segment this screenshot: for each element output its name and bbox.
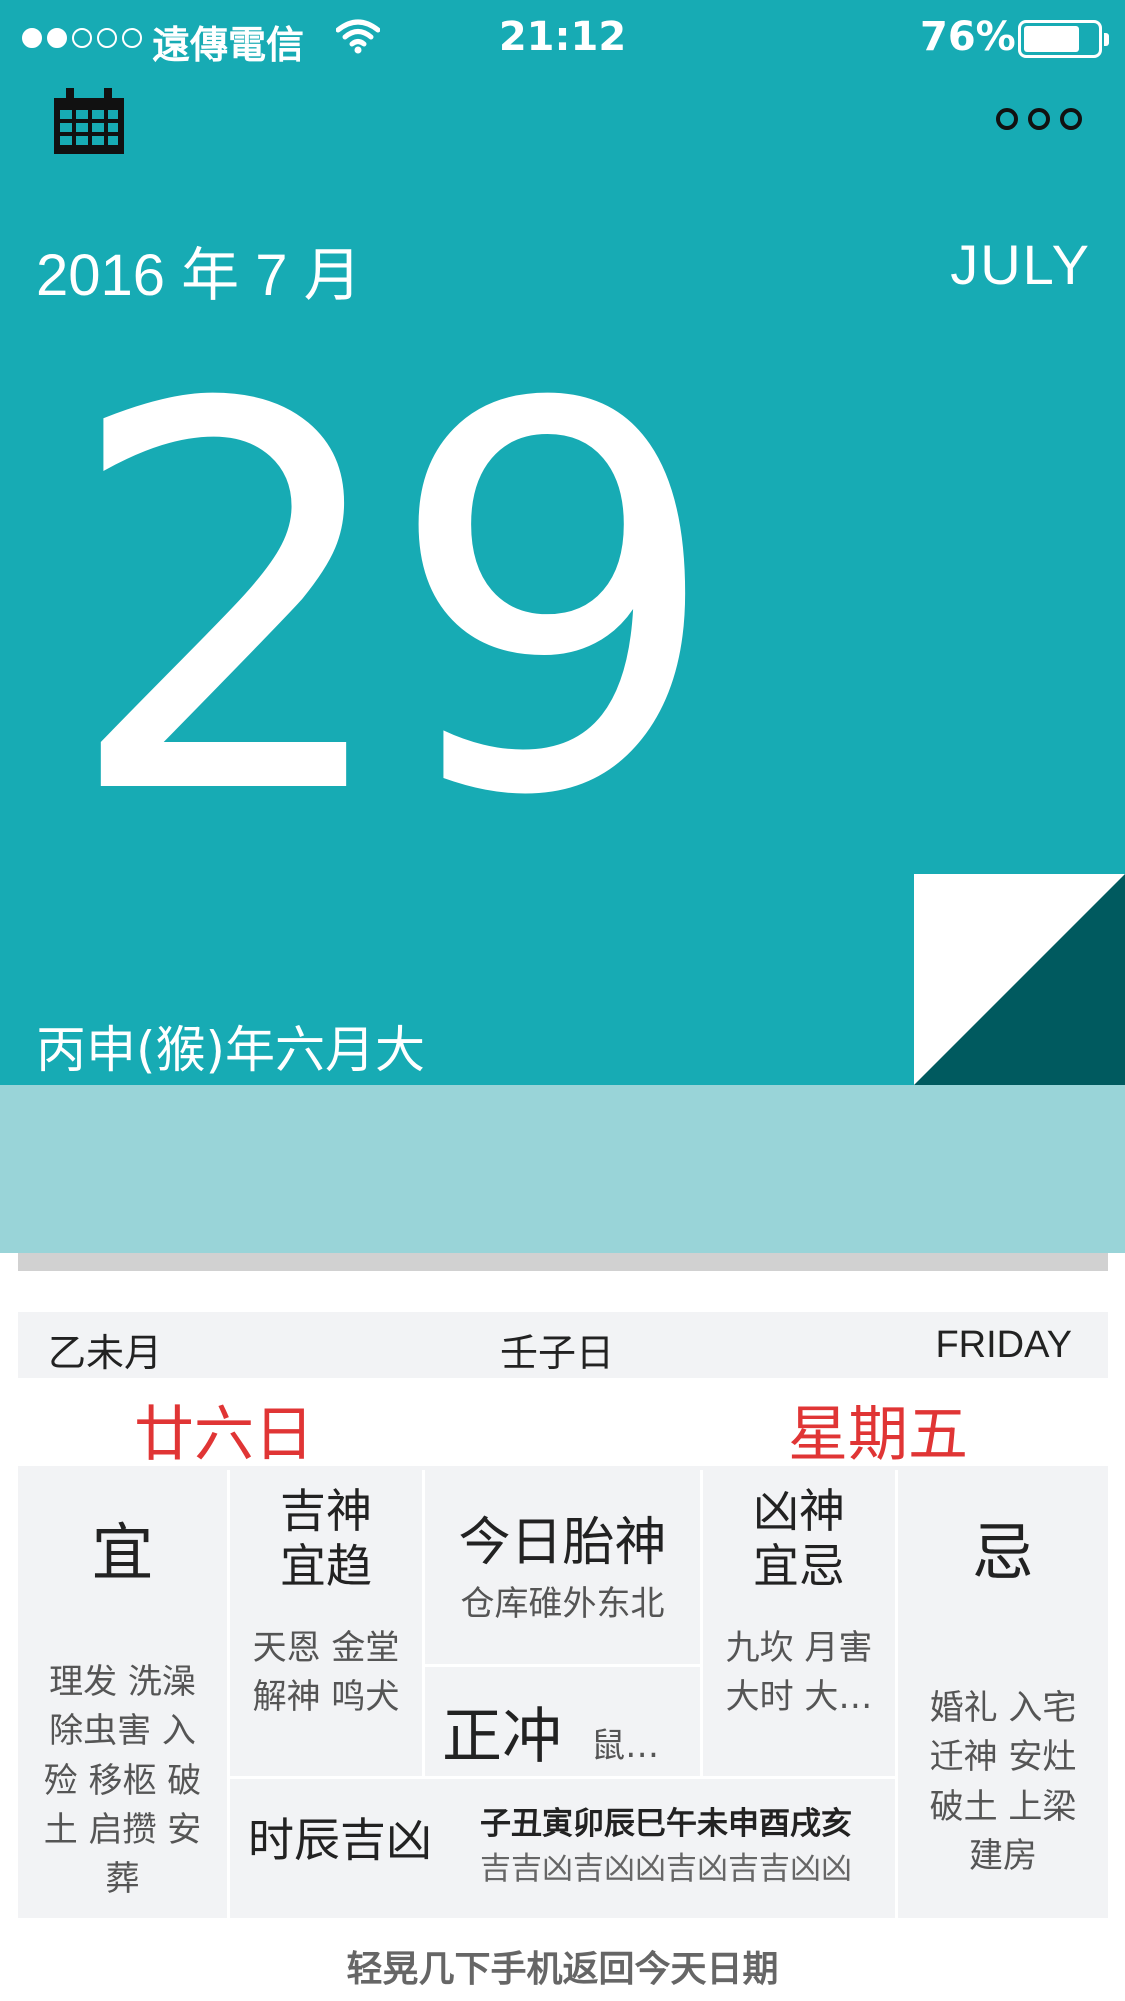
color-band <box>0 1085 1125 1253</box>
suitable-line: 除虫害 入 <box>49 1711 196 1752</box>
inauspicious-line: 大时 大… <box>725 1677 873 1718</box>
avoid-line: 建房 <box>969 1835 1037 1876</box>
ganzhi-row: 乙未月 壬子日 FRIDAY <box>18 1312 1108 1376</box>
fetal-god-value: 仓库碓外东北 <box>460 1584 665 1625</box>
auspicious-gods-list: 天恩 金堂 解神 鸣犬 <box>230 1624 422 1723</box>
lunar-day: 廿六日 <box>134 1400 314 1470</box>
hour-branches: 子丑寅卯辰巳午未申酉戌亥 <box>480 1806 852 1842</box>
suitable-column: 宜 <box>18 1502 227 1592</box>
suitable-line: 葬 <box>105 1859 140 1900</box>
avoid-line: 婚礼 入宅 <box>929 1688 1077 1728</box>
auspicious-gods: 吉神 宜趋 <box>230 1484 422 1594</box>
weekday-english: FRIDAY <box>935 1324 1072 1366</box>
suitable-line: 殓 移柩 破 <box>43 1760 202 1801</box>
battery-percentage: 76% <box>920 14 1016 60</box>
clash-value: 鼠… <box>591 1726 660 1766</box>
divider <box>422 1664 700 1667</box>
lunar-day-row: 廿六日 星期五 <box>18 1378 1108 1470</box>
inauspicious-gods: 凶神 宜忌 <box>703 1484 895 1594</box>
clash-title: 正冲 <box>442 1702 562 1772</box>
more-icon[interactable] <box>996 108 1082 130</box>
card-shadow <box>18 1253 1108 1271</box>
suitable-line: 土 启攒 安 <box>43 1809 202 1850</box>
lunar-year: 丙申(猴)年六月大 <box>36 1021 426 1079</box>
fetal-god-title: 今日胎神 <box>458 1513 667 1573</box>
clash: 正冲 鼠… <box>442 1688 692 1775</box>
page-curl-icon[interactable] <box>914 874 1125 1085</box>
avoid-line: 迁神 安灶 <box>929 1737 1077 1778</box>
hour-luck-table: 子丑寅卯辰巳午未申酉戌亥 吉吉凶吉凶凶吉凶吉吉凶凶 <box>480 1798 880 1888</box>
auspicious-line: 解神 鸣犬 <box>252 1677 400 1718</box>
suitable-title: 宜 <box>91 1516 154 1589</box>
day-number: 29 <box>62 294 722 911</box>
auspicious-line: 天恩 金堂 <box>252 1628 400 1668</box>
ganzhi-month: 乙未月 <box>48 1331 163 1375</box>
auspicious-title-1: 吉神 <box>280 1484 372 1538</box>
divider <box>227 1776 895 1779</box>
month-english: JULY <box>950 233 1091 296</box>
battery-icon <box>1018 20 1109 58</box>
inauspicious-title-2: 宜忌 <box>753 1539 845 1594</box>
ganzhi-day: 壬子日 <box>500 1331 615 1375</box>
weekday-chinese: 星期五 <box>788 1400 968 1470</box>
inauspicious-line: 九坎 月害 <box>725 1628 873 1668</box>
hour-luck-values: 吉吉凶吉凶凶吉凶吉吉凶凶 <box>480 1851 852 1887</box>
fetal-god: 今日胎神 仓库碓外东北 <box>425 1512 700 1630</box>
inauspicious-gods-list: 九坎 月害 大时 大… <box>703 1624 895 1723</box>
avoid-title: 忌 <box>971 1516 1034 1589</box>
calendar-icon[interactable] <box>52 88 126 156</box>
hour-luck-title: 时辰吉凶 <box>248 1813 432 1867</box>
auspicious-title-2: 宜趋 <box>280 1539 372 1594</box>
inauspicious-title-1: 凶神 <box>753 1484 845 1538</box>
suitable-list: 理发 洗澡 除虫害 入 殓 移柩 破 土 启攒 安 葬 <box>18 1658 227 1904</box>
hour-luck: 时辰吉凶 <box>248 1804 432 1870</box>
date-header: 遠傳電信 21:12 76% 2016 年 7 月 JULY 29 丙申(猴)年… <box>0 0 1125 1085</box>
shake-hint: 轻晃几下手机返回今天日期 <box>346 1949 779 1990</box>
almanac-card: 乙未月 壬子日 FRIDAY 廿六日 星期五 宜 理发 洗澡 除虫害 入 殓 移… <box>18 1312 1108 1918</box>
avoid-column: 忌 <box>898 1502 1108 1592</box>
avoid-line: 破土 上梁 <box>929 1786 1077 1827</box>
status-bar: 遠傳電信 21:12 76% <box>0 0 1125 78</box>
suitable-line: 理发 洗澡 <box>49 1662 196 1702</box>
avoid-list: 婚礼 入宅 迁神 安灶 破土 上梁 建房 <box>898 1684 1108 1881</box>
